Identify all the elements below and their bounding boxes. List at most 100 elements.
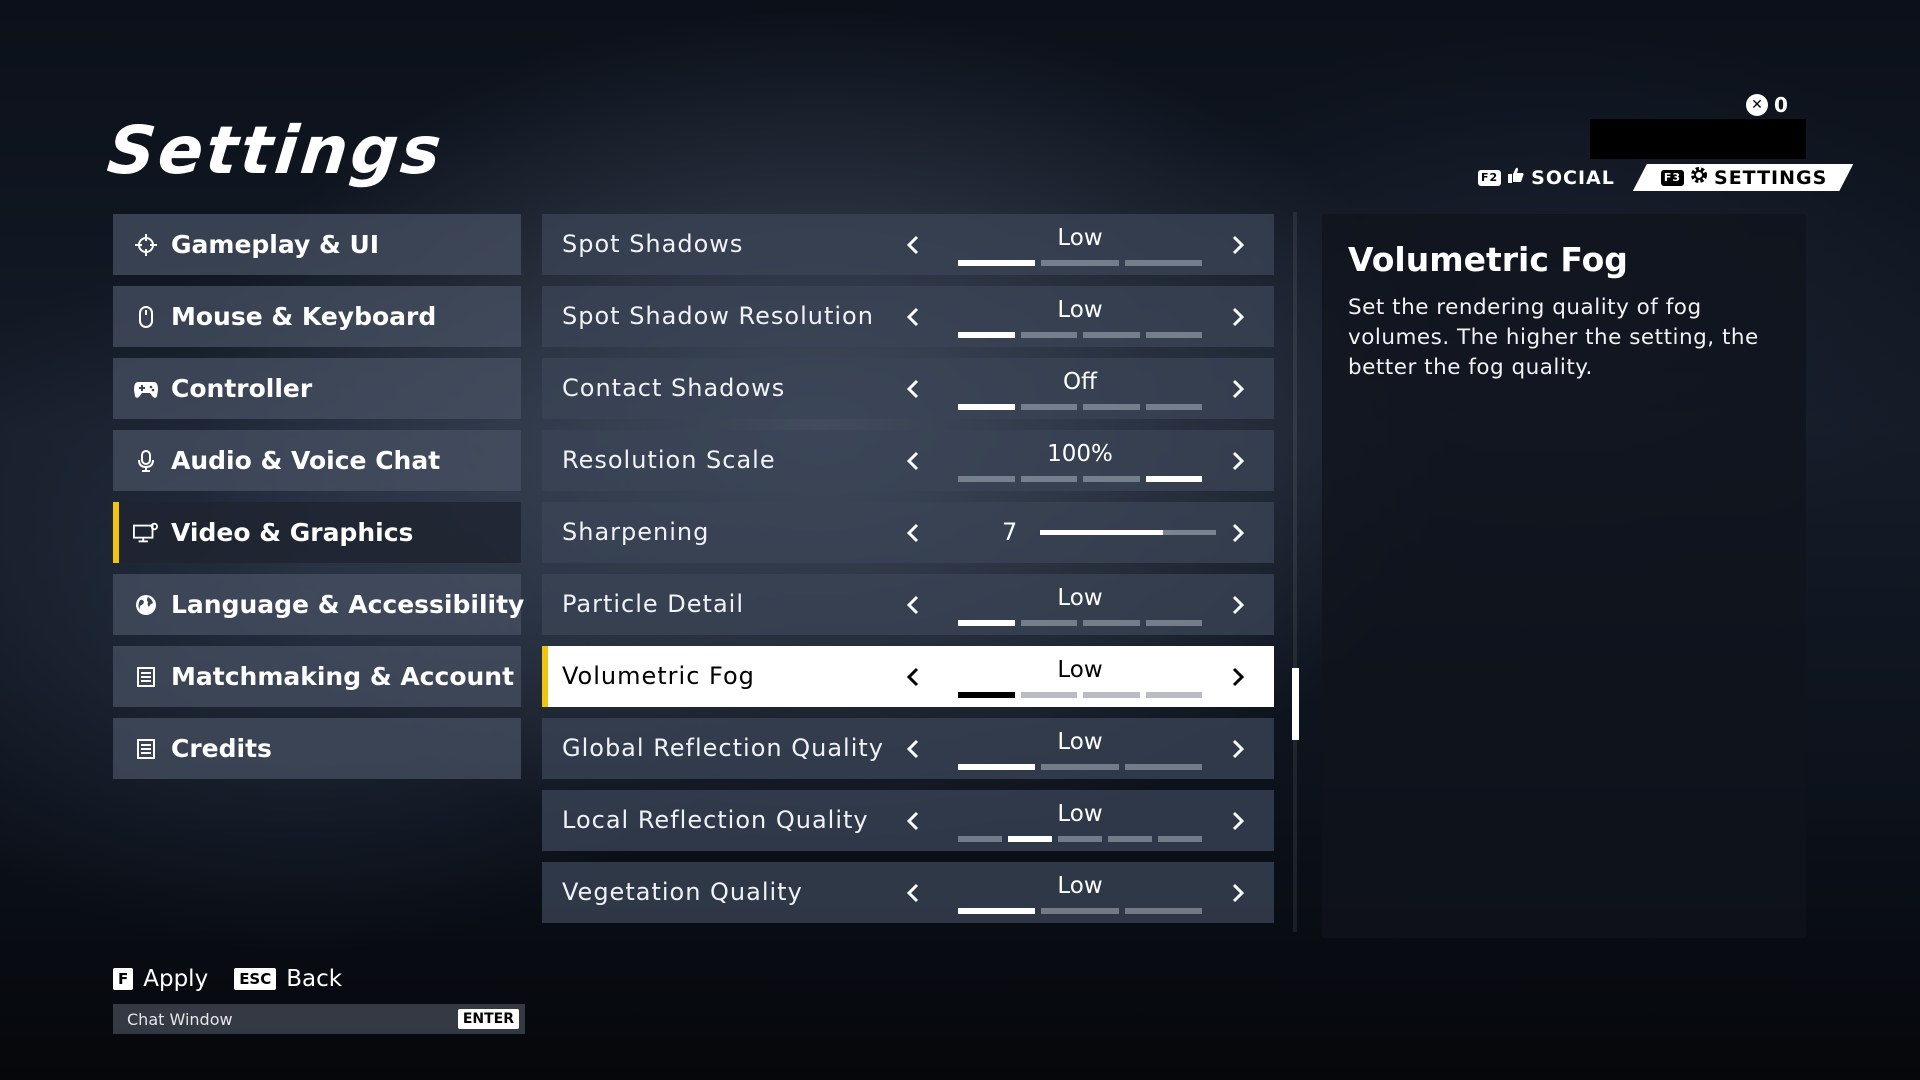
level-segment: [1083, 332, 1140, 338]
chevron-left-icon[interactable]: [898, 646, 928, 707]
setting-row-contact-shadows[interactable]: Contact Shadows Off: [542, 358, 1274, 419]
page-title: Settings: [103, 112, 448, 189]
level-segment: [958, 692, 1015, 698]
level-segment: [1008, 836, 1052, 842]
chat-window-bar[interactable]: Chat Window ENTER: [113, 1004, 525, 1034]
quality-level-indicator: [958, 620, 1202, 626]
setting-row-vegetation-quality[interactable]: Vegetation Quality Low: [542, 862, 1274, 923]
sidebar-item-label: Mouse & Keyboard: [171, 302, 437, 331]
sidebar-item-audio-voice-chat[interactable]: Audio & Voice Chat: [113, 430, 521, 491]
level-segment: [1145, 332, 1202, 338]
chevron-right-icon[interactable]: [1223, 286, 1253, 347]
setting-label: Local Reflection Quality: [562, 806, 869, 834]
player-name-box: [1590, 119, 1806, 159]
sidebar-item-label: Credits: [171, 734, 272, 763]
chevron-right-icon[interactable]: [1223, 790, 1253, 851]
chevron-left-icon[interactable]: [898, 430, 928, 491]
level-segment: [1020, 692, 1077, 698]
sidebar-item-label: Audio & Voice Chat: [171, 446, 441, 475]
chevron-right-icon[interactable]: [1223, 430, 1253, 491]
settings-scrollbar-track[interactable]: [1293, 212, 1297, 932]
chevron-right-icon[interactable]: [1223, 502, 1253, 563]
sharpening-slider[interactable]: [1040, 530, 1216, 535]
sidebar-item-label: Gameplay & UI: [171, 230, 380, 259]
setting-row-local-reflection-quality[interactable]: Local Reflection Quality Low: [542, 790, 1274, 851]
chevron-left-icon[interactable]: [898, 502, 928, 563]
level-segment: [1058, 836, 1102, 842]
setting-description-panel: Volumetric Fog Set the rendering quality…: [1322, 214, 1806, 938]
level-segment: [1124, 260, 1202, 266]
setting-value: Low: [1057, 729, 1103, 755]
chevron-left-icon[interactable]: [898, 286, 928, 347]
level-segment: [958, 764, 1036, 770]
level-segment: [1145, 404, 1202, 410]
tab-social-label: SOCIAL: [1531, 166, 1615, 189]
level-segment: [1124, 764, 1202, 770]
level-segment: [1145, 692, 1202, 698]
sidebar-item-mouse-keyboard[interactable]: Mouse & Keyboard: [113, 286, 521, 347]
level-segment: [1020, 476, 1077, 482]
setting-row-volumetric-fog[interactable]: Volumetric Fog Low: [542, 646, 1274, 707]
setting-row-spot-shadow-resolution[interactable]: Spot Shadow Resolution Low: [542, 286, 1274, 347]
setting-row-global-reflection-quality[interactable]: Global Reflection Quality Low: [542, 718, 1274, 779]
monitor-icon: [133, 520, 159, 546]
quality-level-indicator: [958, 764, 1202, 770]
setting-value: Low: [1057, 801, 1103, 827]
apply-label: Apply: [143, 966, 209, 992]
tab-settings[interactable]: F3 SETTINGS: [1633, 164, 1853, 191]
level-segment: [958, 476, 1015, 482]
setting-row-sharpening[interactable]: Sharpening 7: [542, 502, 1274, 563]
chevron-left-icon[interactable]: [898, 790, 928, 851]
settings-category-nav: Gameplay & UI Mouse & Keyboard Controlle…: [113, 214, 524, 790]
tab-settings-key: F3: [1661, 170, 1684, 186]
quality-level-indicator: [958, 836, 1202, 842]
chevron-right-icon[interactable]: [1223, 718, 1253, 779]
setting-row-particle-detail[interactable]: Particle Detail Low: [542, 574, 1274, 635]
chevron-left-icon[interactable]: [898, 718, 928, 779]
level-segment: [1145, 476, 1202, 482]
setting-value: Low: [1057, 225, 1103, 251]
back-button[interactable]: ESC Back: [234, 966, 342, 992]
chevron-right-icon[interactable]: [1223, 574, 1253, 635]
sidebar-item-video-graphics[interactable]: Video & Graphics: [113, 502, 521, 563]
tab-settings-label: SETTINGS: [1714, 166, 1828, 189]
chevron-left-icon[interactable]: [898, 862, 928, 923]
chevron-left-icon[interactable]: [898, 214, 928, 275]
setting-value: 7: [1002, 518, 1018, 546]
sidebar-item-controller[interactable]: Controller: [113, 358, 521, 419]
back-key: ESC: [234, 968, 277, 990]
settings-scrollbar-thumb[interactable]: [1292, 668, 1299, 740]
chevron-right-icon[interactable]: [1223, 862, 1253, 923]
chevron-right-icon[interactable]: [1223, 214, 1253, 275]
gear-icon: [1690, 166, 1708, 189]
level-segment: [958, 836, 1002, 842]
level-segment: [958, 332, 1015, 338]
sidebar-item-credits[interactable]: Credits: [113, 718, 521, 779]
description-text: Set the rendering quality of fog volumes…: [1348, 295, 1759, 380]
apply-button[interactable]: F Apply: [113, 966, 208, 992]
setting-row-resolution-scale[interactable]: Resolution Scale 100%: [542, 430, 1274, 491]
level-segment: [1083, 620, 1140, 626]
level-segment: [1041, 764, 1119, 770]
setting-label: Particle Detail: [562, 590, 745, 618]
level-segment: [1083, 404, 1140, 410]
quality-level-indicator: [958, 692, 1202, 698]
level-segment: [1020, 404, 1077, 410]
sidebar-item-gameplay-ui[interactable]: Gameplay & UI: [113, 214, 521, 275]
setting-value: Low: [1057, 585, 1103, 611]
chevron-left-icon[interactable]: [898, 574, 928, 635]
level-segment: [1083, 692, 1140, 698]
setting-row-spot-shadows[interactable]: Spot Shadows Low: [542, 214, 1274, 275]
chat-window-label: Chat Window: [127, 1009, 233, 1029]
tab-social[interactable]: F2 SOCIAL: [1478, 164, 1633, 191]
chevron-left-icon[interactable]: [898, 358, 928, 419]
sidebar-item-language-accessibility[interactable]: Language & Accessibility: [113, 574, 524, 635]
setting-label: Volumetric Fog: [562, 662, 755, 690]
tab-social-key: F2: [1478, 169, 1502, 186]
quality-level-indicator: [958, 332, 1202, 338]
chevron-right-icon[interactable]: [1223, 646, 1253, 707]
sidebar-item-matchmaking-account[interactable]: Matchmaking & Account: [113, 646, 521, 707]
quality-level-indicator: [958, 476, 1202, 482]
chevron-right-icon[interactable]: [1223, 358, 1253, 419]
footer-actions: F Apply ESC Back: [113, 966, 342, 992]
